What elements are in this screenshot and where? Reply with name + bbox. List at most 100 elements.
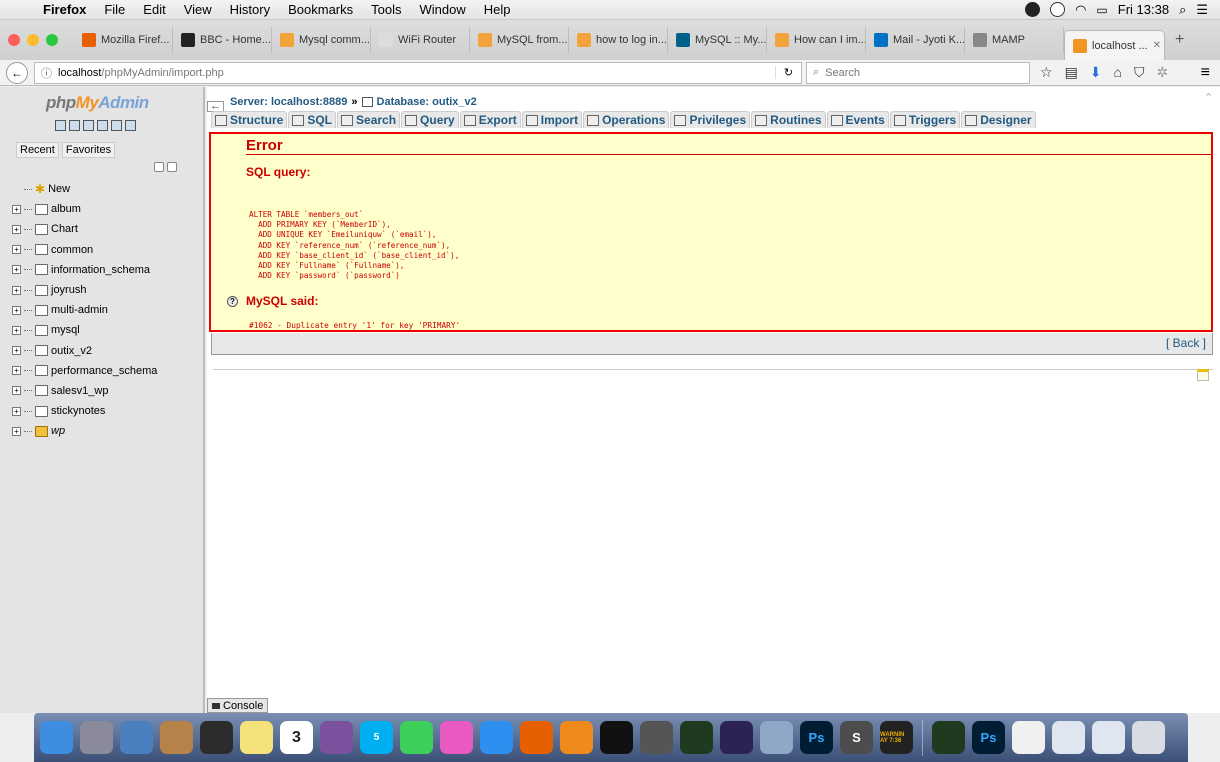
dock-image-capture-icon[interactable] bbox=[760, 721, 793, 754]
link-with-main-icon[interactable] bbox=[167, 162, 177, 172]
tab-favorites[interactable]: Favorites bbox=[61, 142, 116, 158]
dock-skype-icon[interactable]: 5 bbox=[360, 721, 393, 754]
browser-tab[interactable]: Mysql comm... bbox=[272, 27, 371, 53]
tab-structure[interactable]: Structure bbox=[211, 111, 288, 128]
close-tab-icon[interactable]: ✕ bbox=[1153, 40, 1161, 51]
browser-tab[interactable]: WiFi Router bbox=[371, 27, 470, 53]
phpmyadmin-logo[interactable]: phpMyAdmin bbox=[46, 93, 149, 113]
menu-edit[interactable]: Edit bbox=[134, 2, 174, 17]
database-item-album[interactable]: + album bbox=[12, 199, 157, 219]
menu-history[interactable]: History bbox=[221, 2, 279, 17]
spotlight-search-icon[interactable]: ⌕ bbox=[1179, 2, 1186, 18]
minimize-window-button[interactable] bbox=[27, 34, 39, 46]
dock-notes-icon[interactable] bbox=[240, 721, 273, 754]
extension-icon[interactable]: ✲ bbox=[1157, 64, 1169, 81]
zoom-window-button[interactable] bbox=[46, 34, 58, 46]
hamburger-menu-icon[interactable]: ≡ bbox=[1201, 64, 1220, 82]
dock-firefox-icon[interactable] bbox=[520, 721, 553, 754]
bookmark-star-icon[interactable]: ☆ bbox=[1040, 64, 1053, 81]
battery-icon[interactable]: ▭ bbox=[1096, 3, 1107, 17]
dock-itunes-icon[interactable] bbox=[440, 721, 473, 754]
viber-status-icon[interactable] bbox=[1025, 2, 1041, 17]
browser-tab[interactable]: How can I im... bbox=[767, 27, 866, 53]
notification-center-icon[interactable]: ☰ bbox=[1196, 2, 1208, 18]
database-item-mysql[interactable]: + mysql bbox=[12, 320, 157, 340]
menu-view[interactable]: View bbox=[175, 2, 221, 17]
dock-documents-folder-icon[interactable] bbox=[1052, 721, 1085, 754]
tab-search[interactable]: Search bbox=[337, 111, 401, 128]
dock-trash-icon[interactable] bbox=[1132, 721, 1165, 754]
dock-photoshop-2-icon[interactable]: Ps bbox=[972, 721, 1005, 754]
tab-query[interactable]: Query bbox=[401, 111, 459, 128]
breadcrumb-server[interactable]: Server: localhost:8889 bbox=[230, 96, 347, 108]
database-item-outix-v2[interactable]: + outix_v2 bbox=[12, 341, 157, 361]
database-item-stickynotes[interactable]: + stickynotes bbox=[12, 401, 157, 421]
tab-recent[interactable]: Recent bbox=[16, 142, 59, 158]
documentation-icon[interactable] bbox=[97, 120, 108, 131]
dock-viber-icon[interactable] bbox=[320, 721, 353, 754]
browser-tab[interactable]: MAMP bbox=[965, 27, 1064, 53]
menu-window[interactable]: Window bbox=[411, 2, 475, 17]
home-icon[interactable]: ⌂ bbox=[1114, 64, 1122, 81]
menu-help[interactable]: Help bbox=[475, 2, 520, 17]
sticky-note-icon[interactable] bbox=[1197, 369, 1209, 381]
browser-tab[interactable]: MySQL from... bbox=[470, 27, 569, 53]
expand-icon[interactable]: + bbox=[12, 386, 21, 396]
dock-ibooks-icon[interactable] bbox=[560, 721, 593, 754]
menu-firefox[interactable]: Firefox bbox=[34, 2, 95, 17]
dock-preview-icon[interactable] bbox=[120, 721, 153, 754]
dock-finder-icon[interactable] bbox=[40, 721, 73, 754]
dock-launchpad-icon[interactable] bbox=[80, 721, 113, 754]
dock-facetime-icon[interactable] bbox=[400, 721, 433, 754]
database-item-common[interactable]: + common bbox=[12, 240, 157, 260]
browser-tab[interactable]: MySQL :: My... bbox=[668, 27, 767, 53]
dock-photo-booth-icon[interactable] bbox=[200, 721, 233, 754]
database-item-multi-admin[interactable]: + multi-admin bbox=[12, 300, 157, 320]
address-bar[interactable]: ⓘ localhost/phpMyAdmin/import.php ↻ bbox=[34, 61, 802, 84]
downloads-icon[interactable]: ⬇ bbox=[1090, 64, 1102, 81]
database-item-wp[interactable]: + wp bbox=[12, 421, 157, 441]
tab-events[interactable]: Events bbox=[826, 111, 889, 128]
query-window-icon[interactable] bbox=[83, 120, 94, 131]
browser-tab[interactable]: BBC - Home... bbox=[173, 27, 272, 53]
database-item-salesv1-wp[interactable]: + salesv1_wp bbox=[12, 381, 157, 401]
expand-icon[interactable]: + bbox=[12, 426, 21, 436]
logout-icon[interactable] bbox=[69, 120, 80, 131]
breadcrumb-database[interactable]: Database: outix_v2 bbox=[377, 96, 477, 108]
dock-downloads-folder-icon[interactable] bbox=[1092, 721, 1125, 754]
dock-console-icon[interactable]: WARNIN AY 7:36 bbox=[880, 721, 913, 754]
expand-icon[interactable]: + bbox=[12, 224, 21, 234]
dock-document-icon[interactable] bbox=[1012, 721, 1045, 754]
tab-operations[interactable]: Operations bbox=[583, 111, 670, 128]
site-info-icon[interactable]: ⓘ bbox=[41, 65, 52, 81]
database-item-performance-schema[interactable]: + performance_schema bbox=[12, 361, 157, 381]
expand-icon[interactable]: + bbox=[12, 204, 21, 214]
scroll-to-top-icon[interactable]: ⌃ bbox=[1204, 91, 1213, 104]
close-window-button[interactable] bbox=[8, 34, 20, 46]
back-link[interactable]: [ Back ] bbox=[1166, 336, 1206, 350]
menu-bookmarks[interactable]: Bookmarks bbox=[279, 2, 362, 17]
browser-tab[interactable]: localhost ... ✕ bbox=[1064, 30, 1165, 60]
expand-icon[interactable]: + bbox=[12, 285, 21, 295]
console-toggle[interactable]: Console bbox=[207, 698, 269, 713]
dock-sequel-pro-icon[interactable] bbox=[640, 721, 673, 754]
expand-icon[interactable]: + bbox=[12, 346, 21, 356]
dock-contacts-icon[interactable] bbox=[160, 721, 193, 754]
dock-app-store-icon[interactable] bbox=[480, 721, 513, 754]
dock-activity-monitor-2-icon[interactable] bbox=[932, 721, 965, 754]
tab-export[interactable]: Export bbox=[459, 111, 521, 128]
checkmark-status-icon[interactable] bbox=[1050, 2, 1066, 17]
tab-privileges[interactable]: Privileges bbox=[670, 111, 751, 128]
reload-icon[interactable]: ↻ bbox=[775, 66, 801, 79]
dock-activity-monitor-icon[interactable] bbox=[680, 721, 713, 754]
browser-tab[interactable]: how to log in... bbox=[569, 27, 668, 53]
wifi-icon[interactable]: ◠ bbox=[1075, 2, 1086, 18]
expand-icon[interactable]: + bbox=[12, 325, 21, 335]
clock[interactable]: Fri 13:38 bbox=[1118, 2, 1169, 17]
home-icon[interactable] bbox=[55, 120, 66, 131]
dock-eclipse-icon[interactable] bbox=[720, 721, 753, 754]
expand-icon[interactable]: + bbox=[12, 245, 21, 255]
browser-tab[interactable]: Mail - Jyoti K... bbox=[866, 27, 965, 53]
database-item-chart[interactable]: + Chart bbox=[12, 219, 157, 239]
browser-tab[interactable]: Mozilla Firef... bbox=[74, 27, 173, 53]
